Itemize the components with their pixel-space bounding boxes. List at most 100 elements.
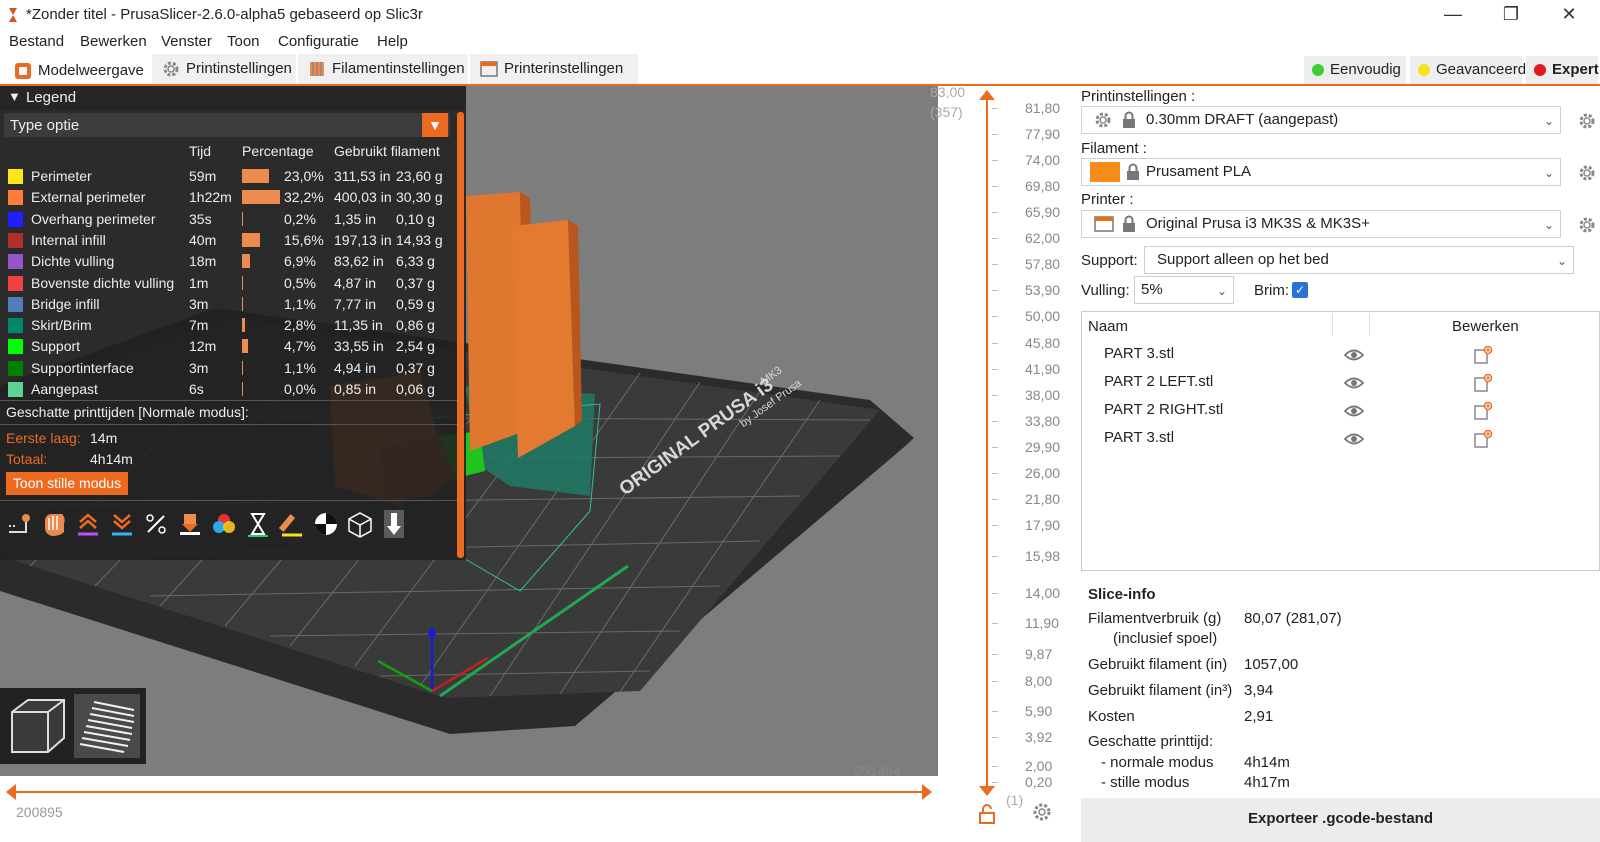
- slider-tick-mark: [992, 212, 998, 213]
- gear-icon: [1095, 112, 1111, 128]
- tab-printinstellingen[interactable]: Printinstellingen: [152, 54, 296, 84]
- slider-tick-label: 53,90: [1025, 282, 1061, 298]
- legend-row[interactable]: Bridge infill 3m 1,1% 7,77 in 0,59 g: [0, 294, 458, 315]
- slider-tick-label: 65,90: [1025, 204, 1061, 220]
- object-row[interactable]: PART 2 LEFT.stl: [1082, 370, 1599, 396]
- visibility-eye-icon[interactable]: [1344, 376, 1364, 390]
- support-combo[interactable]: Support alleen op het bed ⌄: [1144, 246, 1574, 274]
- legend-row[interactable]: External perimeter 1h22m 32,2% 400,03 in 30,…: [0, 187, 458, 208]
- pause-prints-icon[interactable]: [244, 510, 272, 538]
- cube-view-icon: [15, 63, 31, 79]
- print-settings-combo[interactable]: 0.30mm DRAFT (aangepast) ⌄: [1081, 106, 1561, 134]
- mode-geavanceerd[interactable]: Geavanceerd: [1410, 56, 1526, 84]
- minimize-button[interactable]: —: [1430, 0, 1476, 30]
- hslider-track[interactable]: [12, 791, 928, 793]
- printer-gear-icon[interactable]: [1578, 216, 1596, 234]
- center-of-gravity-icon[interactable]: [312, 510, 340, 538]
- travel-icon[interactable]: [6, 510, 34, 538]
- chevron-down-icon: ⌄: [1543, 166, 1554, 180]
- chevron-down-icon[interactable]: ▼: [422, 113, 448, 137]
- tab-modelweergave[interactable]: Modelweergave: [4, 54, 150, 84]
- legend-row[interactable]: Supportinterface 3m 1,1% 4,94 in 0,37 g: [0, 358, 458, 379]
- wipe-icon[interactable]: [40, 510, 68, 538]
- menu-help[interactable]: Help: [377, 33, 408, 50]
- menu-configuratie[interactable]: Configuratie: [278, 33, 359, 50]
- menu-bewerken[interactable]: Bewerken: [80, 33, 147, 50]
- custom-gcode-icon[interactable]: [278, 510, 306, 538]
- horizontal-slider[interactable]: 201494 200895: [0, 763, 938, 842]
- brim-checkbox[interactable]: ✓: [1292, 282, 1308, 298]
- legend-row[interactable]: Perimeter 59m 23,0% 311,53 in 23,60 g: [0, 166, 458, 187]
- filament-color-swatch: [1090, 162, 1120, 182]
- legend-row[interactable]: Skirt/Brim 7m 2,8% 11,35 in 0,86 g: [0, 315, 458, 336]
- object-row[interactable]: PART 3.stl: [1082, 342, 1599, 368]
- shells-icon[interactable]: [346, 510, 374, 538]
- mode-eenvoudig[interactable]: Eenvoudig: [1304, 56, 1406, 84]
- printer-combo[interactable]: Original Prusa i3 MK3S & MK3S+ ⌄: [1081, 210, 1561, 238]
- unlock-icon[interactable]: [978, 804, 996, 824]
- legend-weight: 0,37 g: [396, 274, 435, 291]
- slider-tick-label: 26,00: [1025, 465, 1061, 481]
- legend-row[interactable]: Overhang perimeter 35s 0,2% 1,35 in 0,10 g: [0, 209, 458, 230]
- legend-scrollbar[interactable]: [457, 112, 464, 558]
- 3d-view-icon[interactable]: [6, 694, 70, 758]
- printed-part: [512, 220, 575, 458]
- visibility-eye-icon[interactable]: [1344, 404, 1364, 418]
- mode-label: Expert: [1552, 61, 1599, 78]
- infill-combo[interactable]: 5% ⌄: [1134, 276, 1234, 304]
- print-settings-gear-icon[interactable]: [1578, 112, 1596, 130]
- menu-toon[interactable]: Toon: [227, 33, 260, 50]
- legend-percentage: 32,2%: [284, 189, 324, 206]
- slider-settings-gear-icon[interactable]: [1032, 802, 1052, 822]
- hslider-left-thumb[interactable]: [6, 784, 16, 800]
- object-row[interactable]: PART 2 RIGHT.stl: [1082, 398, 1599, 424]
- legend-row[interactable]: Bovenste dichte vulling 1m 0,5% 4,87 in 0,37…: [0, 273, 458, 294]
- slider-upper-thumb[interactable]: [979, 90, 995, 100]
- hslider-right-thumb[interactable]: [922, 784, 932, 800]
- filament-gear-icon[interactable]: [1578, 164, 1596, 182]
- legend-name: Skirt/Brim: [31, 317, 92, 334]
- menu-bestand[interactable]: Bestand: [9, 33, 64, 50]
- legend-header[interactable]: ▼ Legend: [0, 86, 466, 110]
- seams-icon[interactable]: [142, 510, 170, 538]
- column-separator: [1369, 314, 1370, 336]
- layer-slider[interactable]: 83,00 (357) 81,80 77,90 74,00 69,80 65,90 62,…: [930, 84, 1080, 842]
- edit-object-icon[interactable]: [1474, 374, 1492, 392]
- slider-track[interactable]: [986, 94, 988, 794]
- legend-row[interactable]: Aangepast 6s 0,0% 0,85 in 0,06 g: [0, 379, 458, 400]
- edit-object-icon[interactable]: [1474, 346, 1492, 364]
- cost-value: 2,91: [1244, 708, 1274, 725]
- tool-marker-icon[interactable]: [380, 510, 408, 538]
- slider-lower-thumb[interactable]: [979, 786, 995, 796]
- edit-object-icon[interactable]: [1474, 430, 1492, 448]
- preview-layers-icon[interactable]: [74, 694, 140, 758]
- legend-name: Perimeter: [31, 168, 92, 184]
- slider-tick-label: 41,90: [1025, 361, 1061, 377]
- maximize-button[interactable]: ❐: [1488, 0, 1534, 30]
- filament-combo[interactable]: Prusament PLA ⌄: [1081, 158, 1561, 186]
- export-gcode-button[interactable]: Exporteer .gcode-bestand: [1081, 798, 1600, 842]
- slice-info-title: Slice-info: [1088, 586, 1156, 603]
- tab-printerinstellingen[interactable]: Printerinstellingen: [470, 54, 638, 84]
- edit-object-icon[interactable]: [1474, 402, 1492, 420]
- legend-row[interactable]: Internal infill 40m 15,6% 197,13 in 14,93 g: [0, 230, 458, 251]
- menu-venster[interactable]: Venster: [161, 33, 212, 50]
- visibility-eye-icon[interactable]: [1344, 348, 1364, 362]
- retractions-icon[interactable]: [74, 510, 102, 538]
- tool-changes-icon[interactable]: [176, 510, 204, 538]
- deretractions-icon[interactable]: [108, 510, 136, 538]
- col-naam: Naam: [1088, 318, 1129, 335]
- mode-expert[interactable]: Expert: [1526, 56, 1599, 84]
- legend-row[interactable]: Dichte vulling 18m 6,9% 83,62 in 6,33 g: [0, 251, 458, 272]
- color-changes-icon[interactable]: [210, 510, 238, 538]
- close-button[interactable]: ✕: [1546, 0, 1592, 30]
- tab-filamentinstellingen[interactable]: Filamentinstellingen: [298, 54, 468, 84]
- show-stealth-mode-button[interactable]: Toon stille modus: [6, 472, 128, 495]
- legend-row[interactable]: Support 12m 4,7% 33,55 in 2,54 g: [0, 336, 458, 357]
- visibility-eye-icon[interactable]: [1344, 432, 1364, 446]
- object-row[interactable]: PART 3.stl: [1082, 426, 1599, 452]
- normal-mode-value: 4h14m: [1244, 754, 1290, 771]
- legend-percentage-bar: [242, 339, 248, 354]
- type-option-select[interactable]: Type optie ▼: [4, 113, 450, 137]
- slider-tick-mark: [992, 556, 998, 557]
